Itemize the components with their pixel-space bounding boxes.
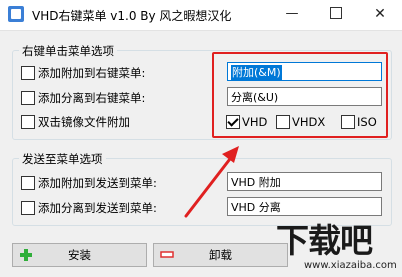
watermark-brand: 下载吧 <box>276 221 373 260</box>
install-button-label: 安装 <box>68 248 91 262</box>
install-button[interactable]: 安装 <box>12 243 147 267</box>
site-watermark: 下载吧 www.xiazaiba.com <box>268 212 402 277</box>
watermark-url: www.xiazaiba.com <box>304 260 397 271</box>
